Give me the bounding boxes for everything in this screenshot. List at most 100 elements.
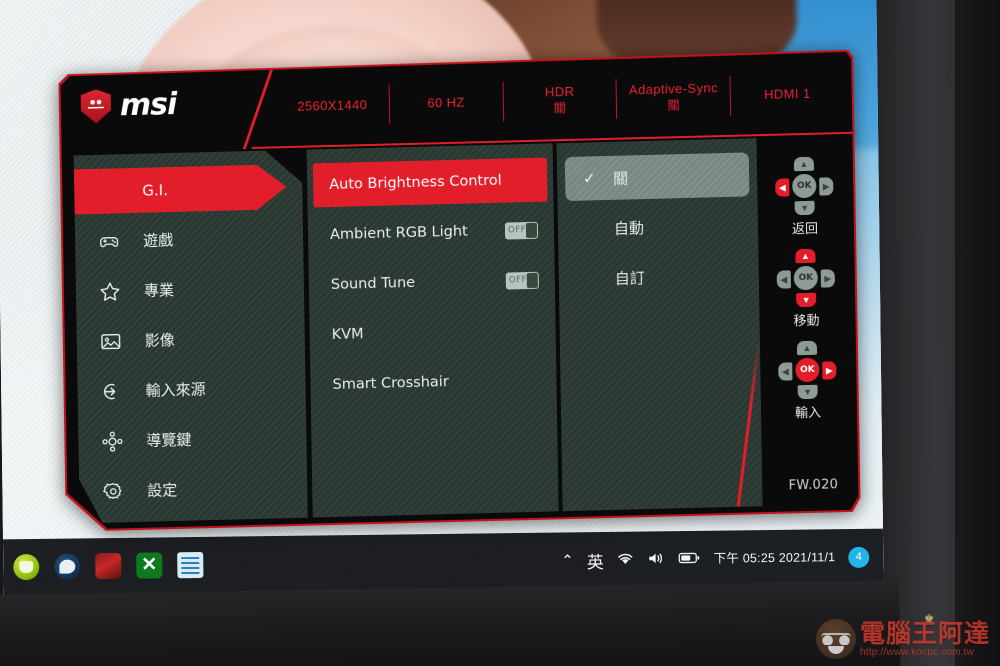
status-refresh-rate-sub — [390, 110, 503, 113]
dpad-center-ok: OK — [792, 174, 816, 199]
osd-menu-column: Auto Brightness Control Ambient RGB Ligh… — [307, 143, 559, 517]
notification-badge[interactable]: 4 — [848, 546, 870, 568]
option-label: 自訂 — [614, 268, 645, 288]
msi-wordmark: msi — [119, 86, 177, 124]
dpad-left-arm: ◀ — [778, 362, 792, 380]
dpad-right-arm: ▶ — [819, 177, 833, 195]
app-green-icon[interactable] — [13, 553, 40, 581]
sidebar-item-label: 導覽鍵 — [146, 430, 192, 450]
dpad-down-arm-active: ▼ — [796, 293, 816, 308]
battery-icon[interactable] — [679, 551, 701, 567]
msi-logo: msi — [81, 87, 177, 124]
nav-blocks: ▲ ▼ ◀ ▶ OK 返回 ▲ ▼ ◀ ▶ OK 移動 ▲ ▼ ◀ ▶ OK 輸… — [758, 136, 853, 422]
tray-overflow-chevron-icon[interactable]: ⌃ — [561, 552, 574, 569]
gear-icon — [101, 479, 125, 504]
msi-osd-window: msi 2560X1440 60 HZ HDR 關 Adaptive-Sync … — [58, 50, 860, 532]
taskbar-clock[interactable]: 下午 05:25 2021/11/1 — [714, 549, 836, 567]
status-input-source-sub — [731, 101, 844, 104]
status-refresh-rate-label: 60 HZ — [427, 94, 465, 111]
app-red-icon[interactable] — [95, 552, 122, 580]
wifi-icon[interactable] — [617, 551, 635, 568]
nav-label-enter: 輸入 — [794, 405, 822, 422]
options-list: ✓ 關 自動 自訂 — [557, 138, 760, 301]
sidebar-item-settings[interactable]: 設定 — [79, 464, 308, 515]
option-off[interactable]: ✓ 關 — [565, 152, 750, 201]
osd-background: msi 2560X1440 60 HZ HDR 關 Adaptive-Sync … — [60, 52, 858, 530]
dpad-down-arm: ▼ — [795, 201, 815, 216]
menu-item-label: Smart Crosshair — [332, 374, 449, 394]
osd-sidebar: G.I. 遊戲 專業 影像 輸入來源 導覽鍵 設定 — [74, 150, 308, 524]
navigation-key-icon — [100, 429, 124, 454]
sidebar-item-label: G.I. — [142, 180, 169, 200]
dpad-up-arm-active: ▲ — [795, 249, 815, 264]
status-hdr: HDR 關 — [503, 83, 616, 117]
dpad-enter-icon: ▲ ▼ ◀ ▶ OK — [778, 340, 837, 399]
dpad-back-icon: ▲ ▼ ◀ ▶ OK — [775, 156, 834, 215]
status-input-source-label: HDMI 1 — [763, 85, 811, 102]
menu-item-label: Auto Brightness Control — [329, 172, 502, 194]
dpad-center-ok-active: OK — [795, 358, 819, 383]
menu-item-auto-brightness-control[interactable]: Auto Brightness Control — [313, 158, 548, 208]
clock-period: 下午 — [713, 550, 740, 566]
menu-list: Auto Brightness Control Ambient RGB Ligh… — [307, 143, 557, 407]
status-adaptive-sync: Adaptive-Sync 關 — [617, 80, 730, 114]
option-auto[interactable]: 自動 — [566, 202, 751, 251]
sound-tune-toggle[interactable]: OFF — [506, 271, 539, 289]
sidebar-item-professional[interactable]: 專業 — [76, 264, 305, 315]
dpad-left-arm-active: ◀ — [775, 178, 789, 196]
status-adaptive-sync-label: Adaptive-Sync — [628, 80, 719, 98]
dpad-up-arm: ▲ — [794, 157, 814, 172]
toggle-knob — [527, 272, 538, 287]
menu-item-ambient-rgb-light[interactable]: Ambient RGB Light OFF — [308, 207, 555, 257]
clock-time: 05:25 — [742, 550, 776, 565]
menu-item-smart-crosshair[interactable]: Smart Crosshair — [310, 357, 557, 407]
status-refresh-rate: 60 HZ — [390, 93, 503, 112]
ambient-rgb-light-toggle[interactable]: OFF — [505, 221, 538, 239]
xbox-icon[interactable] — [136, 552, 163, 579]
sidebar-item-image[interactable]: 影像 — [76, 314, 305, 365]
status-input-source: HDMI 1 — [731, 85, 844, 104]
status-resolution-sub — [276, 113, 389, 116]
nav-block-enter: ▲ ▼ ◀ ▶ OK 輸入 — [778, 340, 837, 421]
sidebar-item-gaming[interactable]: 遊戲 — [75, 214, 304, 265]
crown-icon: ♚ — [924, 613, 934, 625]
menu-item-sound-tune[interactable]: Sound Tune OFF — [309, 257, 556, 307]
osd-body: G.I. 遊戲 專業 影像 輸入來源 導覽鍵 設定 Auto Brightnes… — [74, 136, 855, 524]
option-custom[interactable]: 自訂 — [566, 252, 751, 301]
gamepad-icon — [97, 229, 121, 254]
status-resolution-label: 2560X1440 — [297, 96, 368, 114]
status-hdr-label: HDR — [544, 84, 575, 100]
msi-dragon-shield-logo — [81, 89, 112, 124]
osd-navigation-guide: ▲ ▼ ◀ ▶ OK 返回 ▲ ▼ ◀ ▶ OK 移動 ▲ ▼ ◀ ▶ OK 輸… — [758, 136, 854, 506]
toggle-state-label: OFF — [508, 275, 527, 286]
volume-icon[interactable] — [648, 551, 666, 568]
dpad-up-arm: ▲ — [797, 341, 817, 356]
option-label: 自動 — [613, 218, 645, 238]
sidebar-item-gi[interactable]: G.I. — [62, 164, 287, 215]
clock-date: 2021/11/1 — [778, 549, 836, 565]
steam-icon[interactable] — [54, 553, 81, 580]
gi-icon — [96, 179, 120, 204]
dpad-move-icon: ▲ ▼ ◀ ▶ OK — [776, 248, 835, 307]
watermark-url: http://www.kocpc.com.tw — [860, 646, 975, 658]
nav-block-back: ▲ ▼ ◀ ▶ OK 返回 — [775, 156, 834, 237]
firmware-version: FW.020 — [788, 477, 839, 494]
sidebar-item-label: 輸入來源 — [145, 380, 206, 400]
taskbar-system-tray: ⌃ 英 下午 05:25 2021/11/1 4 — [561, 544, 883, 573]
menu-item-label: Sound Tune — [330, 274, 416, 294]
star-icon — [98, 279, 122, 304]
sidebar-item-input-source[interactable]: 輸入來源 — [77, 364, 306, 415]
dpad-left-arm: ◀ — [777, 270, 791, 288]
status-adaptive-sync-value: 關 — [667, 97, 681, 113]
watermark-text: ♚ 電腦王阿達 http://www.kocpc.com.tw — [860, 614, 990, 658]
taskbar-pinned-apps — [3, 551, 204, 581]
menu-item-label: Ambient RGB Light — [329, 223, 468, 244]
nav-label-back: 返回 — [791, 221, 819, 238]
menu-item-kvm[interactable]: KVM — [309, 307, 556, 357]
osd-options-column: ✓ 關 自動 自訂 — [557, 138, 763, 511]
tray-ime-indicator[interactable]: 英 — [587, 548, 604, 573]
notepad-icon[interactable] — [177, 551, 204, 579]
toggle-knob — [526, 222, 537, 237]
sidebar-item-navigation-key[interactable]: 導覽鍵 — [78, 414, 307, 465]
monitor-screen: ⌃ 英 — [0, 0, 884, 596]
